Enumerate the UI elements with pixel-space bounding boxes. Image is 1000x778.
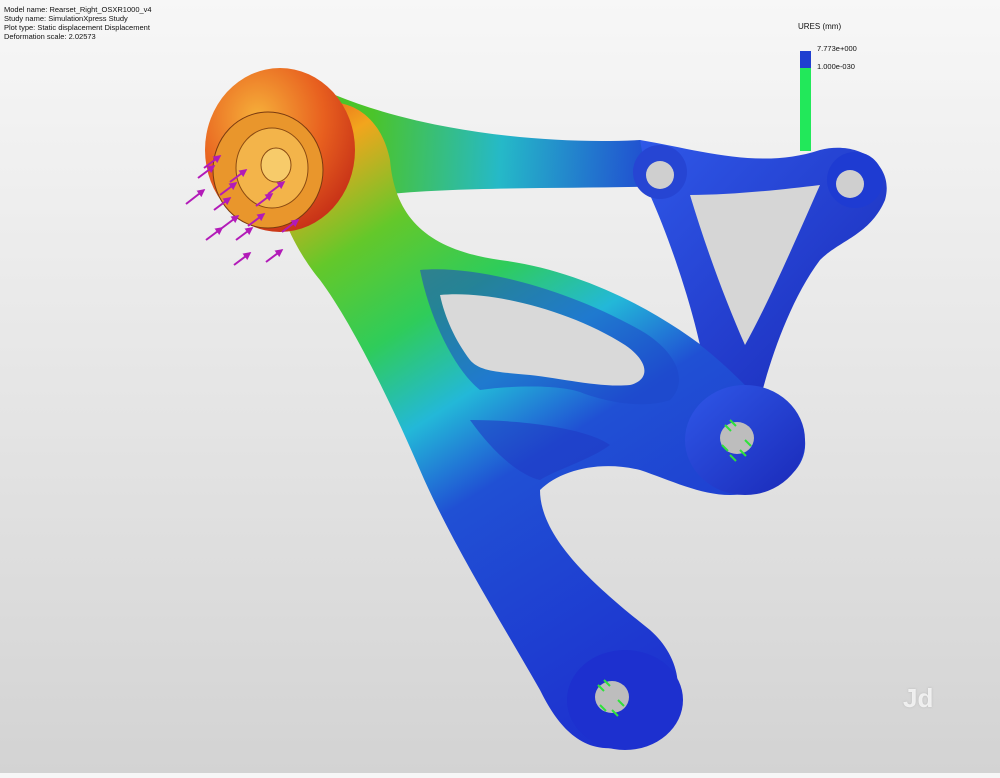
graphics-viewport[interactable]: Model name: Rearset_Right_OSXR1000_v4 St… <box>0 0 1000 773</box>
legend-max-value: 7.773e+000 <box>817 44 857 53</box>
plot-type: Plot type: Static displacement Displacem… <box>4 23 150 32</box>
legend-title: URES (mm) <box>798 22 842 31</box>
hub-bore <box>260 147 292 183</box>
legend-min-swatch <box>800 68 811 151</box>
color-legend: URES (mm) 7.773e+000 1.000e-030 <box>793 22 883 151</box>
legend-color-bar <box>800 51 811 151</box>
deformation-scale: Deformation scale: 2.02573 <box>4 32 96 41</box>
legend-max-swatch <box>800 51 811 68</box>
study-name: Study name: SimulationXpress Study <box>4 14 128 23</box>
watermark-logo: Jd <box>903 683 934 713</box>
study-info: Model name: Rearset_Right_OSXR1000_v4 St… <box>4 5 152 41</box>
link-eye-right-hole <box>836 170 864 198</box>
link-eye-left-hole <box>646 161 674 189</box>
legend-min-value: 1.000e-030 <box>817 62 855 71</box>
model-name: Model name: Rearset_Right_OSXR1000_v4 <box>4 5 152 14</box>
